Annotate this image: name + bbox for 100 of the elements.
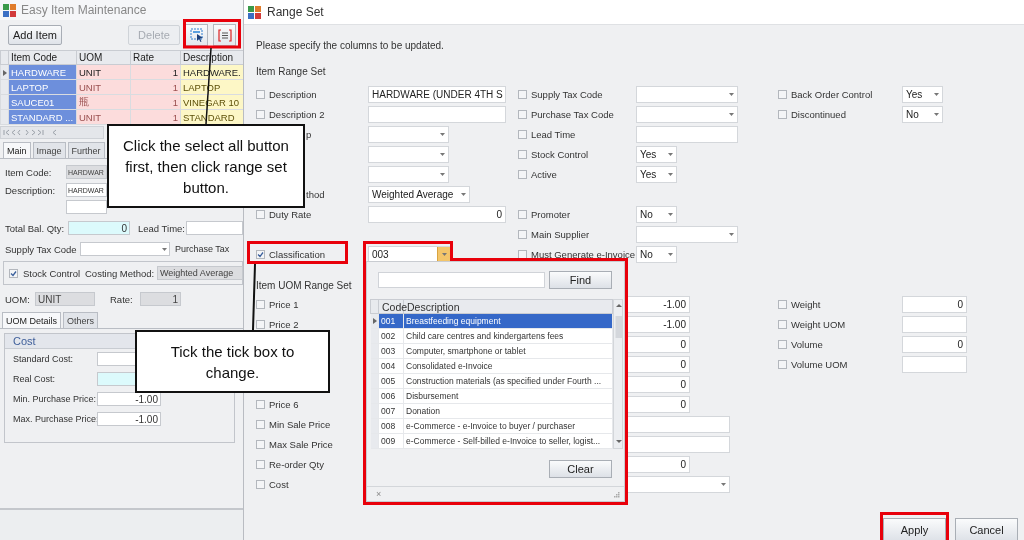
input-field[interactable] <box>368 105 506 123</box>
input-field[interactable] <box>66 200 107 214</box>
input-field[interactable] <box>186 221 243 235</box>
input-field[interactable]: -1.00 <box>97 412 161 426</box>
dropdown-field[interactable]: No <box>636 205 677 223</box>
checkbox[interactable] <box>518 129 527 139</box>
tab[interactable]: UOM Details <box>2 312 61 328</box>
callout: Tick the tick box to change. <box>135 330 330 393</box>
toolbar-button[interactable]: Add Item <box>8 25 62 45</box>
callout: Click the select all button first, then click range set button. <box>107 124 305 208</box>
dropdown-field[interactable] <box>368 125 449 143</box>
field-label: Max. Purchase Price: <box>13 414 97 424</box>
table-cell[interactable]: 008 <box>378 418 404 434</box>
dropdown-field[interactable] <box>636 105 738 123</box>
dropdown-field[interactable]: Yes <box>902 85 943 103</box>
field-label: Lead Time: <box>138 222 186 234</box>
dropdown-field[interactable]: Weighted Average <box>368 185 470 203</box>
checkbox[interactable] <box>256 399 265 409</box>
checkbox[interactable] <box>778 109 787 119</box>
checkbox[interactable] <box>256 439 265 449</box>
table-cell[interactable]: 002 <box>378 328 404 344</box>
scroll-bar[interactable] <box>613 299 623 449</box>
input-field[interactable] <box>97 372 136 386</box>
checkbox[interactable] <box>256 249 265 259</box>
table-cell[interactable]: 006 <box>378 388 404 404</box>
field-label: Promoter <box>531 208 571 220</box>
dropdown-field[interactable]: Weighted Average <box>157 266 243 280</box>
dropdown-field[interactable]: No <box>636 245 677 263</box>
checkbox[interactable] <box>256 459 265 469</box>
checkbox[interactable] <box>778 299 787 309</box>
checkbox[interactable] <box>518 209 527 219</box>
dropdown-field[interactable] <box>80 242 170 256</box>
field-label: Back Order Control <box>791 88 873 100</box>
caret-icon <box>721 482 726 486</box>
input-field[interactable]: 1 <box>140 292 181 306</box>
input-field[interactable]: -1.00 <box>97 392 161 406</box>
section-heading: Item UOM Range Set <box>256 279 352 293</box>
input-field[interactable]: HARDWARE (UNDER 4TH S <box>368 85 506 103</box>
dropdown-field[interactable] <box>368 165 449 183</box>
dropdown-field[interactable]: Yes <box>636 145 677 163</box>
checkbox[interactable] <box>518 229 527 239</box>
input-field[interactable] <box>636 125 738 143</box>
input-field[interactable] <box>902 315 967 333</box>
column-header[interactable]: Rate <box>130 50 181 65</box>
dropdown-field[interactable] <box>368 145 449 163</box>
table-cell[interactable]: 004 <box>378 358 404 374</box>
input-field[interactable]: 0 <box>902 295 967 313</box>
range-set-button[interactable] <box>213 24 236 46</box>
clear-button[interactable]: Clear <box>549 460 612 478</box>
field-label: Active <box>531 168 557 180</box>
checkbox[interactable] <box>256 209 265 219</box>
column-header[interactable]: Item Code <box>8 50 77 65</box>
checkbox[interactable] <box>256 89 265 99</box>
input-field[interactable]: 0 <box>902 335 967 353</box>
tab[interactable]: Main <box>3 142 31 158</box>
dialog-button[interactable]: Cancel <box>955 518 1018 540</box>
checkbox[interactable] <box>256 319 265 329</box>
checkbox[interactable] <box>518 249 527 259</box>
search-field[interactable] <box>378 272 545 288</box>
field-label: Rate: <box>110 293 134 305</box>
tab[interactable]: Image <box>32 142 66 158</box>
checkbox[interactable] <box>256 479 265 489</box>
input-field[interactable] <box>902 355 967 373</box>
checkbox[interactable] <box>518 149 527 159</box>
input-field[interactable]: UNIT <box>35 292 95 306</box>
resize-grip-icon[interactable] <box>613 490 620 498</box>
dialog-button[interactable]: Apply <box>883 518 946 540</box>
select-all-icon <box>189 28 204 42</box>
checkbox[interactable] <box>256 109 265 119</box>
checkbox[interactable] <box>518 109 527 119</box>
find-button[interactable]: Find <box>549 271 612 289</box>
checkbox[interactable] <box>518 169 527 179</box>
navigator-bar[interactable] <box>0 126 104 139</box>
caret-icon <box>668 252 673 256</box>
checkbox[interactable] <box>778 339 787 349</box>
field-label: Total Bal. Qty: <box>5 222 66 234</box>
tab[interactable]: Others <box>63 312 99 328</box>
dropdown-field[interactable]: No <box>902 105 943 123</box>
checkbox[interactable] <box>518 89 527 99</box>
column-header[interactable]: UOM <box>76 50 131 65</box>
checkbox[interactable] <box>778 89 787 99</box>
dropdown-button[interactable] <box>437 246 451 262</box>
input-field[interactable]: 0 <box>368 205 506 223</box>
select-all-button[interactable] <box>185 24 208 46</box>
checkbox[interactable] <box>9 268 18 278</box>
dropdown-field[interactable] <box>636 85 738 103</box>
field-label: Discontinued <box>791 108 846 120</box>
checkbox[interactable] <box>778 359 787 369</box>
row-header[interactable] <box>0 64 9 80</box>
tab[interactable]: Further <box>67 142 105 158</box>
caret-icon <box>461 192 466 196</box>
highlight-box <box>183 19 241 49</box>
checkbox[interactable] <box>778 319 787 329</box>
field-label: Supply Tax Code <box>531 88 603 100</box>
dropdown-field[interactable] <box>636 225 738 243</box>
dropdown-field[interactable]: Yes <box>636 165 677 183</box>
checkbox[interactable] <box>256 419 265 429</box>
input-field[interactable]: 0 <box>68 221 130 235</box>
input-field[interactable] <box>97 352 136 366</box>
checkbox[interactable] <box>256 299 265 309</box>
